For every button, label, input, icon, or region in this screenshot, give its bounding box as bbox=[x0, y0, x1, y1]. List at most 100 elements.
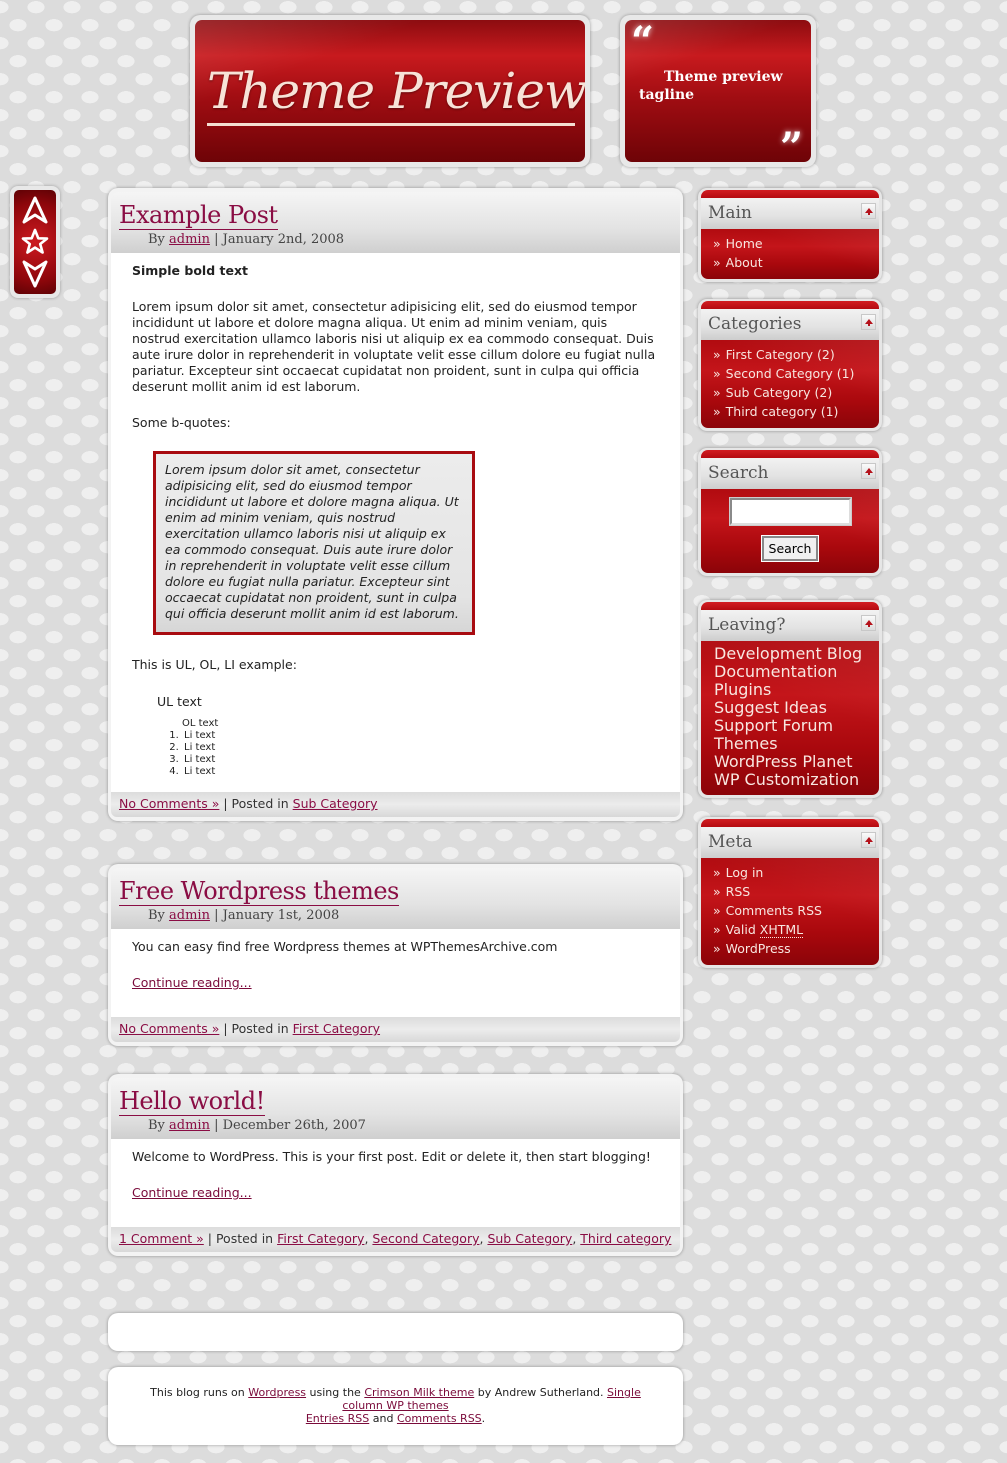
post-date: | December 26th, 2007 bbox=[209, 1118, 366, 1133]
widget-categories: Categories » First Category (2) » Second C… bbox=[698, 299, 882, 431]
comments-link[interactable]: No Comments » bbox=[119, 1021, 219, 1036]
post-example: Example Post By admin | January 2nd, 200… bbox=[108, 188, 683, 821]
collapse-toggle-icon[interactable] bbox=[861, 832, 876, 848]
category-link[interactable]: First Category (2) bbox=[726, 347, 835, 362]
widget-title-text: Meta bbox=[708, 832, 753, 852]
empty-panel bbox=[108, 1313, 683, 1351]
widget-title-text: Main bbox=[708, 203, 752, 223]
author-link[interactable]: admin bbox=[169, 908, 210, 923]
blogroll-link[interactable]: Support Forum bbox=[714, 716, 833, 735]
widget-body: » First Category (2) » Second Category (1)… bbox=[701, 340, 879, 428]
category-item[interactable]: » Third category (1) bbox=[713, 402, 869, 421]
raquo-icon: » bbox=[713, 347, 721, 362]
category-item[interactable]: » Sub Category (2) bbox=[713, 383, 869, 402]
post-title-link[interactable]: Free Wordpress themes bbox=[119, 878, 399, 906]
comments-rss-link[interactable]: Comments RSS bbox=[397, 1412, 482, 1425]
menu-item-about[interactable]: » About bbox=[713, 253, 869, 272]
xhtml-abbr: XHTML bbox=[759, 922, 804, 938]
post-paragraph: Lorem ipsum dolor sit amet, consectetur … bbox=[132, 299, 656, 394]
post-meta: By admin | December 26th, 2007 bbox=[119, 1118, 672, 1133]
category-link[interactable]: First Category bbox=[293, 1021, 380, 1036]
post-header: Example Post By admin | January 2nd, 200… bbox=[111, 192, 680, 253]
widget-leaving: Leaving? Development Blog Documentation … bbox=[698, 600, 882, 798]
comments-link[interactable]: No Comments » bbox=[119, 796, 219, 811]
category-link[interactable]: Third category bbox=[580, 1231, 671, 1246]
category-link[interactable]: First Category bbox=[277, 1231, 364, 1246]
raquo-icon: » bbox=[713, 903, 721, 918]
arrow-up-icon[interactable] bbox=[22, 196, 48, 224]
search-button[interactable]: Search bbox=[760, 535, 820, 562]
raquo-icon: » bbox=[713, 385, 721, 400]
category-link[interactable]: Sub Category bbox=[293, 796, 378, 811]
blogroll-link[interactable]: WP Customization bbox=[714, 770, 859, 789]
arrow-down-icon[interactable] bbox=[22, 260, 48, 288]
comments-link[interactable]: 1 Comment » bbox=[119, 1231, 204, 1246]
category-link[interactable]: Sub Category bbox=[487, 1231, 572, 1246]
collapse-toggle-icon[interactable] bbox=[861, 615, 876, 631]
site-title[interactable]: Theme Preview bbox=[207, 62, 585, 120]
post-header: Hello world! By admin | December 26th, 2… bbox=[111, 1078, 680, 1139]
wordpress-link[interactable]: Wordpress bbox=[248, 1386, 306, 1399]
category-link[interactable]: Third category (1) bbox=[726, 404, 839, 419]
collapse-toggle-icon[interactable] bbox=[861, 463, 876, 479]
ordered-list: Li text Li text Li text Li text bbox=[182, 730, 659, 778]
about-link[interactable]: About bbox=[726, 255, 763, 270]
post-footer: No Comments » | Posted in First Category bbox=[111, 1017, 680, 1042]
widget-title: Search bbox=[701, 458, 879, 489]
blogroll-link[interactable]: Documentation bbox=[714, 662, 837, 681]
rss-link[interactable]: RSS bbox=[726, 884, 751, 899]
valid-xhtml-link[interactable]: Valid XHTML bbox=[725, 922, 804, 938]
blogroll-link[interactable]: Suggest Ideas bbox=[714, 698, 827, 717]
blogroll-link[interactable]: Themes bbox=[714, 734, 778, 753]
post-title-link[interactable]: Example Post bbox=[119, 202, 278, 230]
author-link[interactable]: admin bbox=[169, 232, 210, 247]
widget-body: » Log in » RSS » Comments RSS » Valid XHTML … bbox=[701, 858, 879, 965]
collapse-toggle-icon[interactable] bbox=[861, 314, 876, 330]
bold-text: Simple bold text bbox=[132, 263, 248, 278]
category-link[interactable]: Sub Category (2) bbox=[726, 385, 833, 400]
posted-in-label: | Posted in bbox=[219, 796, 293, 811]
widget-top-bar bbox=[701, 819, 879, 827]
widget-top-bar bbox=[701, 301, 879, 309]
raquo-icon: » bbox=[713, 236, 721, 251]
wordpress-link[interactable]: WordPress bbox=[726, 941, 791, 956]
category-link[interactable]: Second Category bbox=[372, 1231, 479, 1246]
author-link[interactable]: admin bbox=[169, 1118, 210, 1133]
comments-rss-link[interactable]: Comments RSS bbox=[726, 903, 822, 918]
home-link[interactable]: Home bbox=[726, 236, 763, 251]
widget-title: Leaving? bbox=[701, 610, 879, 641]
widget-search: Search Search bbox=[698, 448, 882, 576]
widget-top-bar bbox=[701, 190, 879, 198]
star-icon[interactable] bbox=[21, 228, 49, 255]
category-item[interactable]: » Second Category (1) bbox=[713, 364, 869, 383]
blogroll-link[interactable]: Plugins bbox=[714, 680, 771, 699]
continue-reading-link[interactable]: Continue reading... bbox=[132, 975, 252, 990]
footer-text: by Andrew Sutherland. bbox=[474, 1386, 608, 1399]
widget-title-text: Search bbox=[708, 463, 769, 483]
widget-body: Development Blog Documentation Plugins S… bbox=[701, 641, 879, 795]
scroll-nav-widget bbox=[10, 186, 60, 298]
by-label: By bbox=[148, 232, 170, 247]
raquo-icon: » bbox=[713, 922, 721, 937]
list-item: Li text bbox=[182, 730, 659, 742]
posted-in-label: | Posted in bbox=[203, 1231, 278, 1246]
collapse-toggle-icon[interactable] bbox=[861, 203, 876, 219]
post-title-link[interactable]: Hello world! bbox=[119, 1088, 265, 1116]
category-link[interactable]: Second Category (1) bbox=[726, 366, 855, 381]
post-date: | January 2nd, 2008 bbox=[209, 232, 345, 247]
search-input[interactable] bbox=[728, 497, 852, 526]
category-item[interactable]: » First Category (2) bbox=[713, 345, 869, 364]
entries-rss-link[interactable]: Entries RSS bbox=[306, 1412, 369, 1425]
blogroll-link[interactable]: WordPress Planet bbox=[714, 752, 852, 771]
post-paragraph: You can easy find free Wordpress themes … bbox=[132, 939, 558, 954]
theme-link[interactable]: Crimson Milk theme bbox=[364, 1386, 474, 1399]
blogroll-link[interactable]: Development Blog bbox=[714, 644, 862, 663]
menu-item-home[interactable]: » Home bbox=[713, 234, 869, 253]
continue-reading-link[interactable]: Continue reading... bbox=[132, 1185, 252, 1200]
valid-label: Valid bbox=[725, 922, 760, 937]
login-link[interactable]: Log in bbox=[726, 865, 764, 880]
widget-body: Search bbox=[701, 489, 879, 573]
footer-text: and bbox=[369, 1412, 397, 1425]
widget-meta: Meta » Log in » RSS » Comments RSS » Valid X… bbox=[698, 817, 882, 968]
list-intro: This is UL, OL, LI example: bbox=[132, 657, 297, 672]
